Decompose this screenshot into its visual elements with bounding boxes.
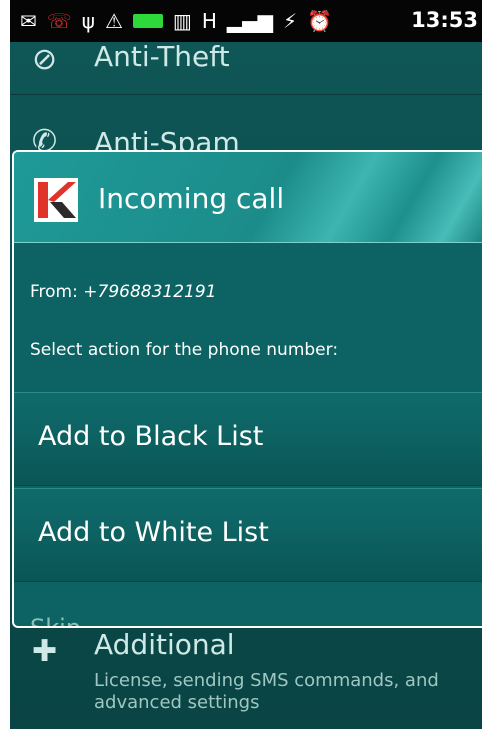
action-label: Add to Black List (38, 421, 264, 452)
missed-call-icon: ☏ (46, 9, 72, 33)
battery-icon: ⚡ (283, 9, 298, 33)
alarm-icon: ⏰ (307, 9, 332, 33)
action-prompt: Select action for the phone number: (30, 340, 339, 360)
caller-info: From: +79688312191 (30, 282, 217, 302)
list-item-title: Anti-Theft (94, 40, 230, 73)
status-bar: ✉ ☏ ψ ⚠ ▥ H ▂▄▆ ⚡ ⏰ 13:53 (10, 0, 482, 42)
anti-theft-icon: ⊘ (32, 42, 58, 77)
incoming-call-dialog: Incoming call From: +79688312191 Select … (12, 150, 482, 628)
phone-screen: ✉ ☏ ψ ⚠ ▥ H ▂▄▆ ⚡ ⏰ 13:53 ⊘ Anti-Theft ✆… (10, 0, 482, 729)
data-transfer-icon: H (201, 9, 217, 33)
battery-green-icon (132, 14, 163, 28)
usb-icon: ψ (81, 9, 95, 33)
message-icon: ✉ (20, 9, 37, 33)
add-to-black-list-button[interactable]: Add to Black List (14, 392, 482, 486)
list-item-anti-theft[interactable]: ⊘ Anti-Theft (10, 40, 482, 95)
action-label: Add to White List (38, 517, 269, 548)
warning-icon: ⚠ (104, 9, 123, 33)
status-time: 13:53 (411, 8, 478, 32)
list-item-subtitle: License, sending SMS commands, and advan… (94, 670, 439, 713)
caller-number: +79688312191 (83, 282, 217, 302)
puzzle-icon: ✚ (32, 634, 58, 669)
kaspersky-logo-icon (34, 178, 78, 222)
add-to-white-list-button[interactable]: Add to White List (14, 488, 482, 582)
dialog-header: Incoming call (14, 152, 482, 243)
list-item-title: Additional (94, 628, 235, 661)
from-label: From: (30, 282, 78, 302)
signal-icon: ▂▄▆ (226, 9, 274, 33)
vibrate-icon: ▥ (172, 9, 192, 33)
list-item-additional[interactable]: ✚ Additional License, sending SMS comman… (10, 620, 482, 729)
dialog-title: Incoming call (98, 182, 285, 215)
skip-button[interactable]: Skip (30, 614, 81, 626)
